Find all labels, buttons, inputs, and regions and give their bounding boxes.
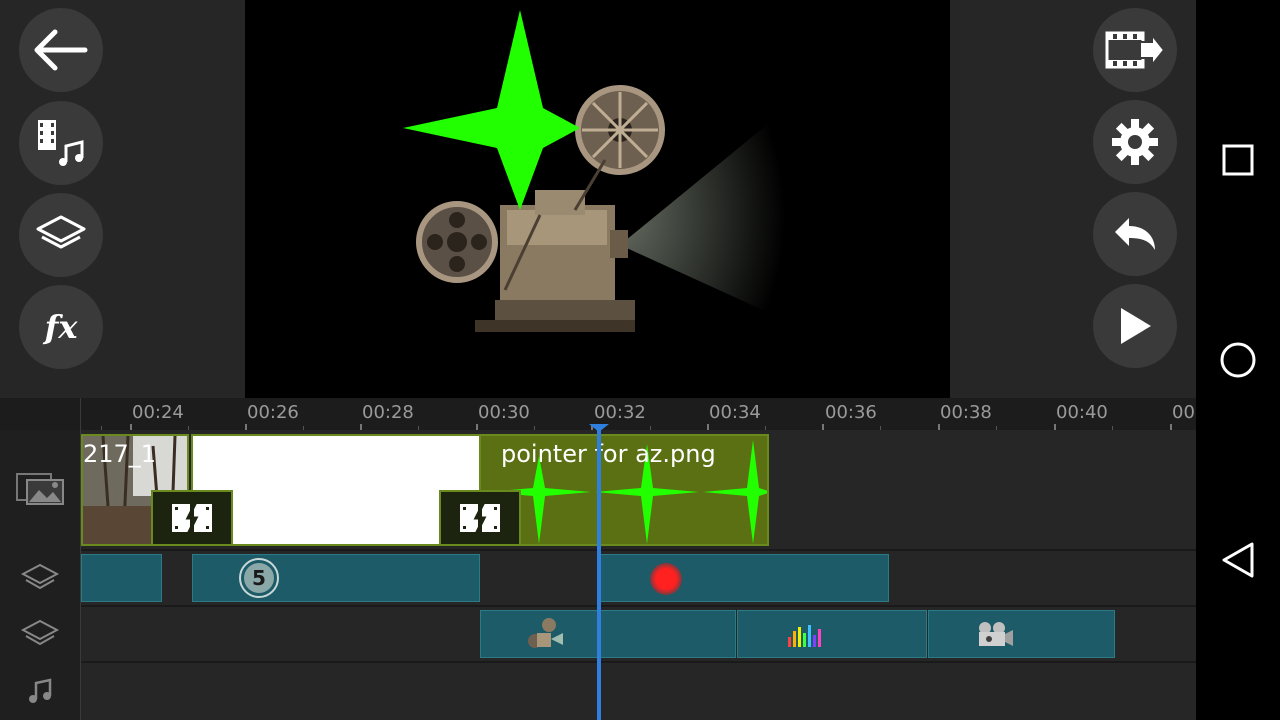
transition-button[interactable]	[151, 490, 233, 546]
music-note-icon	[29, 678, 52, 703]
countdown-number: 5	[252, 566, 266, 590]
gear-icon	[1112, 119, 1158, 165]
photo-video-icon	[16, 473, 64, 505]
ruler-label: 00:36	[825, 402, 877, 423]
layer-clip-countdown[interactable]: 5	[192, 554, 480, 602]
back-button[interactable]	[19, 8, 103, 92]
audio-track-header[interactable]	[0, 662, 80, 720]
play-icon	[1121, 308, 1151, 344]
layer-clip-camera[interactable]	[928, 610, 1115, 658]
layers-icon	[20, 563, 60, 590]
layers-icon	[36, 215, 86, 249]
back-arrow-icon	[34, 29, 88, 71]
ruler-label: 00:28	[362, 402, 414, 423]
camera-thumbnail	[979, 622, 1013, 646]
ruler-label: 00:24	[132, 402, 184, 423]
preview-frame	[245, 0, 950, 398]
video-clip-white[interactable]	[191, 434, 481, 546]
ruler-label: 00:38	[940, 402, 992, 423]
layers-button[interactable]	[19, 193, 103, 277]
left-toolbar: fx	[0, 0, 245, 398]
recents-button[interactable]	[1216, 138, 1260, 182]
media-music-icon	[38, 120, 84, 166]
video-preview[interactable]	[245, 0, 950, 398]
timeline-tracks[interactable]: 217_1 pointer for az.png 5	[81, 430, 1196, 720]
undo-icon	[1115, 218, 1155, 250]
transition-icon	[172, 501, 212, 535]
track-headers	[0, 430, 80, 720]
layer-clip-projector[interactable]	[480, 610, 736, 658]
ruler-label: 00:34	[709, 402, 761, 423]
layer-track-2-header[interactable]	[0, 606, 80, 662]
layer-clip[interactable]	[81, 554, 162, 602]
layer-track-1-header[interactable]	[0, 550, 80, 606]
settings-button[interactable]	[1093, 100, 1177, 184]
effects-button[interactable]: fx	[19, 285, 103, 369]
countdown-badge: 5	[239, 558, 279, 598]
lane-divider	[81, 549, 1196, 551]
export-button[interactable]	[1093, 8, 1177, 92]
layers-icon	[20, 619, 60, 646]
playhead[interactable]	[597, 426, 601, 720]
undo-button[interactable]	[1093, 192, 1177, 276]
video-editor-app: fx 00:24 00:26 00:28 00:30 00:32 00:34 0…	[0, 0, 1280, 720]
home-circle-icon	[1220, 342, 1256, 378]
playhead-handle[interactable]	[589, 424, 609, 432]
ruler-label: 00	[1172, 402, 1195, 423]
video-track-header[interactable]	[0, 430, 80, 548]
android-nav-bar	[1196, 0, 1280, 720]
transition-button[interactable]	[439, 490, 521, 546]
right-toolbar	[950, 0, 1196, 398]
red-dot-thumbnail	[650, 563, 682, 595]
ruler-label: 00:26	[247, 402, 299, 423]
lane-divider	[81, 605, 1196, 607]
equalizer-thumbnail	[788, 625, 821, 647]
image-clip-pointer[interactable]: pointer for az.png	[479, 434, 769, 546]
export-icon	[1105, 31, 1166, 69]
clip-label: pointer for az.png	[501, 440, 716, 468]
back-triangle-icon	[1222, 542, 1254, 578]
transition-icon	[460, 501, 500, 535]
fx-icon: fx	[44, 308, 78, 346]
ruler-label: 00:40	[1056, 402, 1108, 423]
home-button[interactable]	[1216, 338, 1260, 382]
ruler-label: 00:30	[478, 402, 530, 423]
projector-thumbnail	[528, 618, 563, 648]
clip-label: 217_1	[83, 440, 157, 468]
play-button[interactable]	[1093, 284, 1177, 368]
lane-divider	[81, 661, 1196, 663]
layer-clip-red-dot[interactable]	[599, 554, 889, 602]
recents-square-icon	[1222, 144, 1254, 176]
layer-clip-equalizer[interactable]	[737, 610, 927, 658]
ruler-label: 00:32	[594, 402, 646, 423]
media-browser-button[interactable]	[19, 101, 103, 185]
nav-back-button[interactable]	[1216, 538, 1260, 582]
